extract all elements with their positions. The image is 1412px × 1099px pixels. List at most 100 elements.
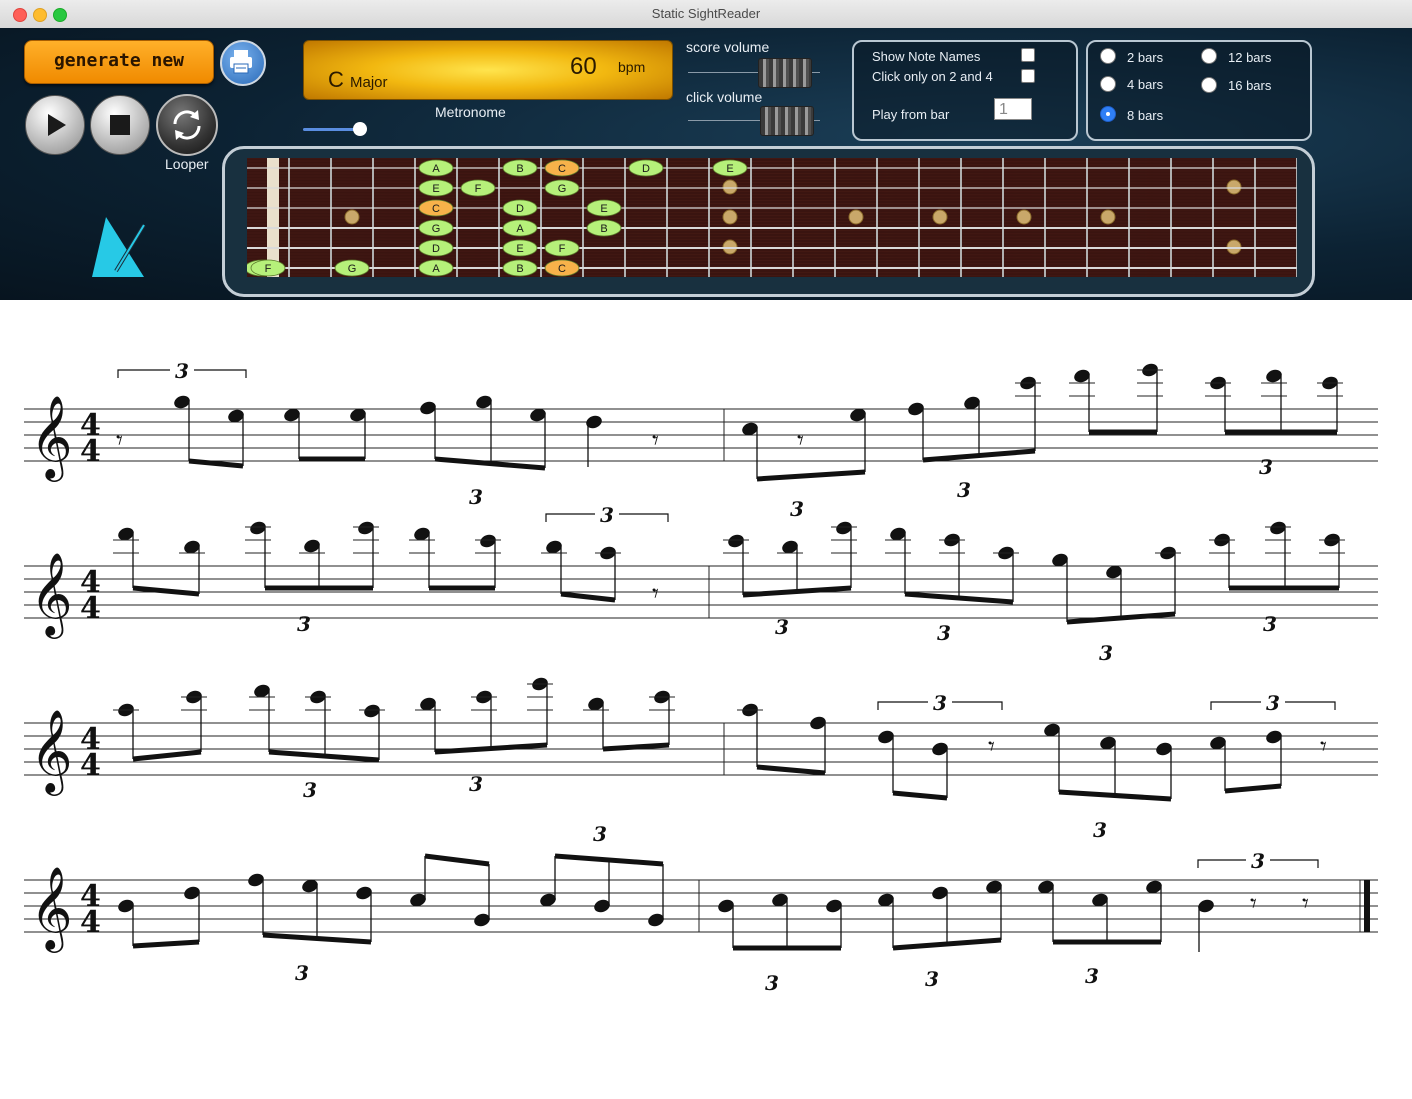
- stop-button[interactable]: [90, 95, 150, 155]
- window-title: Static SightReader: [651, 6, 761, 21]
- play-icon: [48, 114, 66, 136]
- fret-inlay: [848, 209, 864, 225]
- fretboard-note[interactable]: F: [544, 239, 580, 257]
- eighth-rest: 𝄾: [797, 426, 804, 456]
- tuplet-number: 3: [295, 961, 309, 985]
- bars-panel: [1086, 40, 1312, 141]
- fretboard-note[interactable]: C: [544, 159, 580, 177]
- note-beam: [434, 456, 546, 471]
- svg-text:C: C: [432, 203, 440, 215]
- note-beam: [132, 585, 200, 597]
- fretboard-note[interactable]: D: [418, 239, 454, 257]
- fretboard-note[interactable]: B: [502, 259, 538, 277]
- tuplet-number: 3: [1099, 641, 1113, 665]
- note-beam: [1058, 789, 1172, 802]
- fretboard-note[interactable]: F: [250, 259, 286, 277]
- click-volume-thumb[interactable]: [760, 106, 814, 136]
- fretboard-note[interactable]: G: [418, 219, 454, 237]
- generate-new-button[interactable]: generate new: [24, 40, 214, 84]
- svg-text:D: D: [516, 203, 524, 215]
- fret-inlay: [932, 209, 948, 225]
- svg-text:F: F: [265, 263, 272, 275]
- key-tempo-display: C Major 60 bpm: [303, 40, 673, 100]
- loop-icon: [173, 110, 201, 140]
- tuplet-bracket: [952, 701, 1003, 710]
- tuplet-number: 3: [1093, 818, 1107, 842]
- note-beam: [268, 749, 380, 763]
- svg-text:A: A: [432, 263, 440, 275]
- tuplet-number: 3: [925, 967, 939, 991]
- svg-text:F: F: [559, 243, 566, 255]
- radio-16-bars[interactable]: [1201, 77, 1217, 93]
- note-beam: [188, 458, 244, 469]
- fretboard-note[interactable]: E: [418, 179, 454, 197]
- note-beam: [892, 790, 948, 801]
- tuplet-number: 3: [303, 778, 317, 802]
- tuplet-bracket: [545, 513, 595, 522]
- fretboard-note[interactable]: E: [712, 159, 748, 177]
- note-beam: [602, 742, 670, 752]
- fretboard-note[interactable]: D: [502, 199, 538, 217]
- tuplet-number: 3: [593, 822, 607, 846]
- show-note-names-checkbox[interactable]: [1021, 48, 1035, 62]
- print-button[interactable]: [220, 40, 266, 86]
- metronome-label: Metronome: [435, 104, 506, 120]
- fretboard-note[interactable]: A: [418, 259, 454, 277]
- fretboard-note[interactable]: D: [628, 159, 664, 177]
- looper-button[interactable]: [156, 94, 218, 156]
- fretboard-note[interactable]: A: [418, 159, 454, 177]
- svg-text:G: G: [348, 263, 357, 275]
- tuplet-number: 3: [469, 772, 483, 796]
- click-volume-label: click volume: [686, 89, 763, 105]
- treble-clef: 𝄞: [30, 865, 73, 953]
- svg-text:G: G: [558, 183, 567, 195]
- bpm-value[interactable]: 60: [570, 53, 597, 81]
- radio-2-bars[interactable]: [1100, 48, 1116, 64]
- note-beam: [132, 939, 200, 949]
- time-signature-bottom: 4: [80, 905, 101, 940]
- tuplet-bracket: [1197, 859, 1246, 868]
- tuplet-number: 3: [933, 691, 947, 715]
- radio-12-bars[interactable]: [1201, 48, 1217, 64]
- fretboard-note[interactable]: E: [502, 239, 538, 257]
- fretboard-note[interactable]: A: [502, 219, 538, 237]
- fretboard-note[interactable]: C: [544, 259, 580, 277]
- svg-text:B: B: [600, 223, 607, 235]
- metronome-icon[interactable]: [88, 215, 148, 279]
- fretboard-note[interactable]: C: [418, 199, 454, 217]
- fretboard-note[interactable]: B: [502, 159, 538, 177]
- click-only-label: Click only on 2 and 4: [872, 69, 993, 84]
- treble-clef: 𝄞: [30, 551, 73, 639]
- fretboard[interactable]: ABCDEEFGCDEGABDEFEFGABC: [247, 158, 1297, 277]
- key-display[interactable]: C Major: [328, 67, 388, 93]
- radio-4-bars[interactable]: [1100, 76, 1116, 92]
- svg-text:E: E: [726, 163, 733, 175]
- play-button[interactable]: [25, 95, 85, 155]
- svg-text:E: E: [600, 203, 607, 215]
- fretboard-note[interactable]: G: [544, 179, 580, 197]
- title-bar[interactable]: Static SightReader: [0, 0, 1412, 29]
- eighth-rest: 𝄾: [652, 426, 659, 456]
- note-beam: [756, 764, 826, 776]
- click-only-checkbox[interactable]: [1021, 69, 1035, 83]
- radio-16-bars-label: 16 bars: [1228, 78, 1272, 93]
- fretboard-note[interactable]: G: [334, 259, 370, 277]
- time-signature-bottom: 4: [80, 434, 101, 469]
- radio-8-bars[interactable]: [1100, 106, 1116, 122]
- fretboard-note[interactable]: B: [586, 219, 622, 237]
- tuplet-number: 3: [957, 478, 971, 502]
- play-from-bar-input[interactable]: 1: [994, 98, 1032, 120]
- fretboard-note[interactable]: E: [586, 199, 622, 217]
- treble-clef: 𝄞: [30, 394, 73, 482]
- svg-text:D: D: [432, 243, 440, 255]
- tuplet-number: 3: [1251, 849, 1265, 873]
- tuplet-number: 3: [1266, 691, 1280, 715]
- svg-text:C: C: [558, 163, 566, 175]
- score-volume-thumb[interactable]: [758, 58, 812, 88]
- metronome-slider-knob[interactable]: [353, 122, 367, 136]
- tuplet-number: 3: [175, 359, 189, 383]
- note-beam: [1224, 783, 1282, 794]
- fretboard-note[interactable]: F: [460, 179, 496, 197]
- eighth-rest: 𝄾: [1302, 889, 1309, 919]
- svg-text:E: E: [516, 243, 523, 255]
